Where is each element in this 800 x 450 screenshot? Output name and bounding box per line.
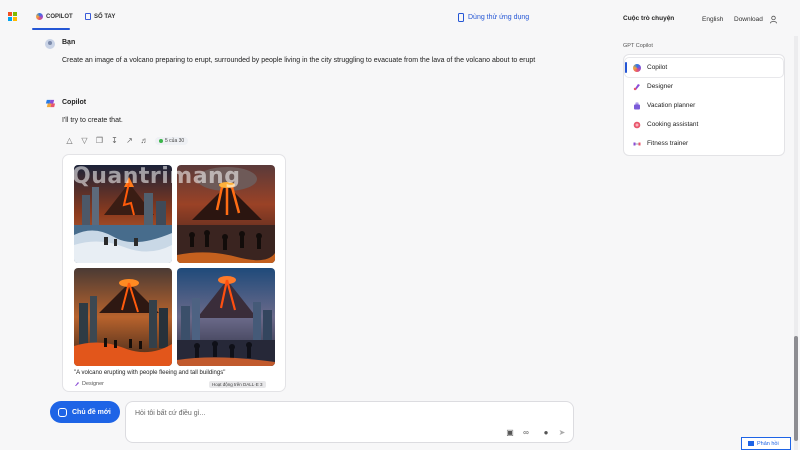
microphone-icon[interactable]: ● bbox=[542, 429, 550, 437]
response-counter: 5 của 30 bbox=[155, 136, 189, 145]
gpt-list: Copilot Designer Vacation planner Cookin… bbox=[623, 54, 785, 156]
gpt-item-cooking-assistant[interactable]: Cooking assistant bbox=[625, 115, 783, 134]
generated-image-4[interactable] bbox=[177, 268, 275, 366]
dumbbell-icon bbox=[633, 142, 641, 145]
copilot-icon bbox=[633, 63, 641, 72]
gpt-item-vacation-planner[interactable]: Vacation planner bbox=[625, 96, 783, 115]
image-caption: "A volcano erupting with people fleeing … bbox=[74, 370, 226, 376]
image-source: Designer bbox=[74, 381, 104, 387]
top-bar: COPILOT SỔ TAY Dùng thử ứng dụng Cuộc tr… bbox=[0, 0, 800, 36]
gpt-item-fitness-trainer[interactable]: Fitness trainer bbox=[625, 134, 783, 153]
image-search-icon[interactable]: ▣ bbox=[506, 429, 514, 437]
microsoft-logo-icon[interactable] bbox=[8, 12, 17, 21]
image-source-label: Designer bbox=[82, 381, 105, 387]
new-topic-button[interactable]: Chủ đề mới bbox=[50, 401, 120, 423]
share-icon[interactable]: ↗ bbox=[125, 136, 134, 145]
download-icon[interactable]: ↧ bbox=[110, 136, 119, 145]
gpt-item-label: Cooking assistant bbox=[647, 121, 699, 128]
designer-icon bbox=[75, 382, 79, 386]
suitcase-icon bbox=[634, 102, 640, 109]
watermark-logo: Quantrimang bbox=[72, 164, 241, 189]
gpt-item-designer[interactable]: Designer bbox=[625, 77, 783, 96]
designer-icon bbox=[633, 83, 640, 90]
gpt-item-copilot[interactable]: Copilot bbox=[625, 58, 783, 77]
thumbs-up-icon[interactable]: △ bbox=[65, 136, 74, 145]
copilot-name: Copilot bbox=[62, 99, 87, 106]
language-button[interactable]: English bbox=[702, 16, 723, 23]
chat-area: Bạn Create an image of a volcano prepari… bbox=[0, 36, 610, 450]
tab-notebook-label: SỔ TAY bbox=[94, 13, 116, 20]
engine-badge: Hoạt động trên DALL·E 3 bbox=[209, 381, 266, 388]
response-actions: △ ▽ ❐ ↧ ↗ ♬ 5 của 30 bbox=[65, 136, 189, 145]
attach-icon[interactable]: ∞ bbox=[522, 429, 530, 437]
gpt-item-label: Fitness trainer bbox=[647, 140, 689, 147]
copy-icon[interactable]: ❐ bbox=[95, 136, 104, 145]
speaker-icon[interactable]: ♬ bbox=[140, 136, 149, 145]
gpt-item-label: Vacation planner bbox=[647, 102, 696, 109]
active-tab-indicator bbox=[32, 28, 70, 30]
try-app-label: Dùng thử ứng dụng bbox=[468, 14, 530, 21]
gpt-item-label: Copilot bbox=[647, 64, 668, 71]
send-icon[interactable]: ➤ bbox=[558, 429, 566, 437]
tab-copilot[interactable]: COPILOT bbox=[36, 13, 73, 20]
scrollbar-thumb[interactable] bbox=[794, 336, 798, 441]
phone-icon bbox=[458, 13, 464, 22]
user-name: Bạn bbox=[62, 39, 76, 46]
conversations-title: Cuộc trò chuyện bbox=[623, 15, 675, 22]
user-avatar bbox=[45, 39, 55, 49]
new-topic-label: Chủ đề mới bbox=[72, 408, 111, 416]
chat-input-placeholder[interactable]: Hỏi tôi bất cứ điều gì... bbox=[135, 410, 205, 417]
copilot-avatar-icon bbox=[45, 99, 56, 108]
notebook-icon bbox=[85, 13, 91, 20]
copilot-icon bbox=[36, 13, 43, 20]
feedback-button[interactable]: Phản hồi bbox=[741, 437, 791, 450]
user-account-icon[interactable] bbox=[769, 15, 778, 24]
download-button[interactable]: Download bbox=[734, 16, 763, 23]
feedback-label: Phản hồi bbox=[757, 440, 779, 447]
scrollbar[interactable] bbox=[794, 36, 798, 450]
counter-label: 5 của 30 bbox=[165, 137, 185, 144]
generated-images-card: "A volcano erupting with people fleeing … bbox=[62, 154, 286, 392]
thumbs-down-icon[interactable]: ▽ bbox=[80, 136, 89, 145]
new-chat-icon bbox=[58, 407, 67, 417]
tab-copilot-label: COPILOT bbox=[46, 13, 73, 20]
gpt-item-label: Designer bbox=[647, 83, 674, 90]
chat-input-box[interactable]: Hỏi tôi bất cứ điều gì... ▣ ∞ ● ➤ bbox=[125, 401, 574, 443]
user-message: Create an image of a volcano preparing t… bbox=[62, 57, 536, 64]
feedback-icon bbox=[748, 441, 754, 446]
tab-notebook[interactable]: SỔ TAY bbox=[85, 13, 115, 20]
try-app-link[interactable]: Dùng thử ứng dụng bbox=[458, 13, 529, 22]
copilot-message: I'll try to create that. bbox=[62, 117, 123, 124]
gpt-section-label: GPT Copilot bbox=[623, 43, 653, 49]
generated-image-3[interactable] bbox=[74, 268, 172, 366]
cooking-icon bbox=[633, 121, 641, 128]
status-dot-icon bbox=[159, 138, 163, 143]
